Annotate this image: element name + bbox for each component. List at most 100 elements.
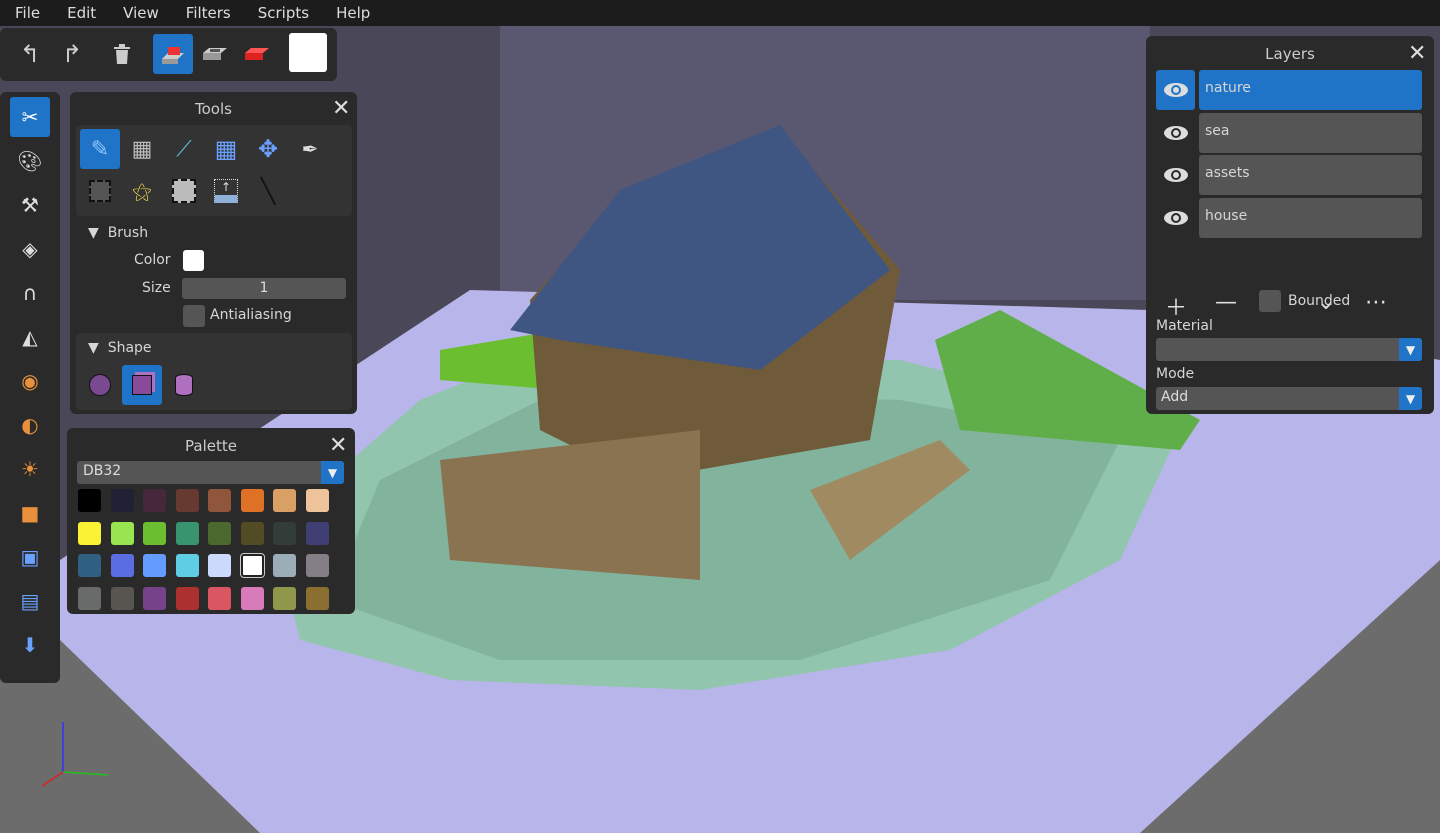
remove-layer-button[interactable]: — <box>1211 290 1241 315</box>
tool-line[interactable]: ╲ <box>248 171 288 211</box>
mode-select[interactable]: Add ▼ <box>1156 387 1422 410</box>
sidebar-export[interactable]: ⬇ <box>10 625 50 665</box>
palette-swatch[interactable] <box>110 521 134 545</box>
minus-icon: — <box>1215 290 1237 315</box>
sidebar-hammer[interactable]: ⚒ <box>10 185 50 225</box>
layer-visibility-toggle[interactable] <box>1156 155 1195 195</box>
brush-color-swatch[interactable] <box>183 250 204 271</box>
layer-visibility-toggle[interactable] <box>1156 113 1195 153</box>
palette-swatch[interactable] <box>110 587 134 611</box>
palette-swatch[interactable] <box>143 489 166 512</box>
shape-heading[interactable]: ▼ Shape <box>88 340 152 356</box>
palette-swatch[interactable] <box>240 489 264 512</box>
mode-paint-button[interactable] <box>237 34 277 74</box>
brush-heading[interactable]: ▼ Brush <box>88 225 148 241</box>
menu-file[interactable]: File <box>0 4 52 22</box>
palette-swatch[interactable] <box>110 489 134 512</box>
delete-button[interactable] <box>102 34 142 74</box>
bounded-checkbox[interactable] <box>1259 290 1281 312</box>
palette-swatch[interactable] <box>208 554 231 578</box>
palette-swatch[interactable] <box>240 521 264 545</box>
add-mode-icon <box>162 47 184 64</box>
palette-swatch[interactable] <box>273 554 296 578</box>
layer-visibility-toggle[interactable] <box>1156 198 1195 238</box>
tool-rect-select[interactable] <box>164 171 204 211</box>
tool-move[interactable]: ✥ <box>248 129 288 169</box>
sidebar-layers[interactable]: ◈ <box>10 229 50 269</box>
palette-swatch[interactable] <box>175 521 199 545</box>
palette-swatch[interactable] <box>305 521 329 545</box>
shape-cylinder[interactable] <box>164 365 204 405</box>
menu-help[interactable]: Help <box>321 4 382 22</box>
close-icon[interactable]: ✕ <box>329 435 347 457</box>
layer-more-button[interactable]: ⋯ <box>1361 290 1391 315</box>
menu-edit[interactable]: Edit <box>52 4 108 22</box>
palette-swatch[interactable] <box>78 554 101 578</box>
trash-icon <box>114 44 130 64</box>
material-select[interactable]: ▼ <box>1156 338 1422 361</box>
sidebar-material[interactable]: ◐ <box>10 405 50 445</box>
tool-brush[interactable]: ▦ <box>122 129 162 169</box>
palette-swatch[interactable] <box>208 521 231 545</box>
palette-swatch[interactable] <box>305 587 329 611</box>
shape-cube[interactable] <box>122 365 162 405</box>
layer-item[interactable]: house <box>1199 197 1422 238</box>
layer-item[interactable]: sea <box>1199 112 1422 153</box>
sidebar-image[interactable]: ▣ <box>10 537 50 577</box>
sidebar-view[interactable]: ◉ <box>10 361 50 401</box>
palette-swatch[interactable] <box>239 553 265 579</box>
close-icon[interactable]: ✕ <box>1408 43 1426 65</box>
palette-swatch[interactable] <box>273 489 296 512</box>
palette-select[interactable]: DB32 ▼ <box>77 461 344 484</box>
more-icon: ⋯ <box>1365 290 1387 315</box>
layer-item[interactable]: assets <box>1199 155 1422 195</box>
palette-swatch[interactable] <box>143 521 166 545</box>
palette-swatch[interactable] <box>143 587 166 611</box>
mode-sub-button[interactable] <box>195 34 235 74</box>
tool-plane[interactable]: ▦ <box>206 129 246 169</box>
sidebar-render[interactable]: ▤ <box>10 581 50 621</box>
menu-filters[interactable]: Filters <box>171 4 243 22</box>
layer-item[interactable]: nature <box>1199 70 1422 110</box>
sidebar-camera[interactable]: ■ <box>10 493 50 533</box>
palette-swatch[interactable] <box>175 587 199 611</box>
palette-swatch[interactable] <box>110 554 134 578</box>
palette-swatch[interactable] <box>78 587 101 611</box>
tool-color-picker[interactable]: ✒ <box>290 129 330 169</box>
redo-button[interactable]: ↱ <box>52 34 92 74</box>
menu-view[interactable]: View <box>108 4 171 22</box>
palette-swatch[interactable] <box>273 521 296 545</box>
sidebar-light[interactable]: ☀ <box>10 449 50 489</box>
palette-swatch[interactable] <box>143 554 166 578</box>
sidebar-tools[interactable]: ✂ <box>10 97 50 137</box>
cube-icon <box>132 375 152 395</box>
sidebar-palette[interactable]: 🎨︎ <box>10 141 50 181</box>
size-slider[interactable]: 1 <box>182 278 346 299</box>
palette-swatch[interactable] <box>78 521 101 545</box>
palette-swatch[interactable] <box>78 489 101 512</box>
close-icon[interactable]: ✕ <box>332 98 350 120</box>
mode-add-button[interactable] <box>153 34 193 74</box>
palette-swatch[interactable] <box>273 587 296 611</box>
palette-swatch[interactable] <box>305 554 329 578</box>
tool-laser[interactable]: ⟋ <box>164 129 204 169</box>
palette-swatch[interactable] <box>175 554 199 578</box>
tool-selection[interactable] <box>80 171 120 211</box>
sidebar-snap[interactable]: ∩ <box>10 273 50 313</box>
undo-button[interactable]: ↰ <box>10 34 50 74</box>
antialiasing-checkbox[interactable] <box>183 305 205 327</box>
palette-swatch[interactable] <box>175 489 199 512</box>
palette-swatch[interactable] <box>240 587 264 611</box>
sidebar-symmetry[interactable]: ◭ <box>10 317 50 357</box>
tool-pencil[interactable]: ✎ <box>80 129 120 169</box>
tool-magic-wand[interactable]: ⚝ <box>122 171 162 211</box>
symmetry-icon: ◭ <box>22 325 38 349</box>
current-color-button[interactable] <box>289 33 327 72</box>
palette-swatch[interactable] <box>208 489 231 512</box>
shape-sphere[interactable] <box>80 365 120 405</box>
menu-scripts[interactable]: Scripts <box>243 4 321 22</box>
palette-swatch[interactable] <box>208 587 231 611</box>
palette-swatch[interactable] <box>305 489 329 512</box>
layer-visibility-toggle[interactable] <box>1156 70 1195 110</box>
tool-extrude[interactable]: ↑ <box>206 171 246 211</box>
